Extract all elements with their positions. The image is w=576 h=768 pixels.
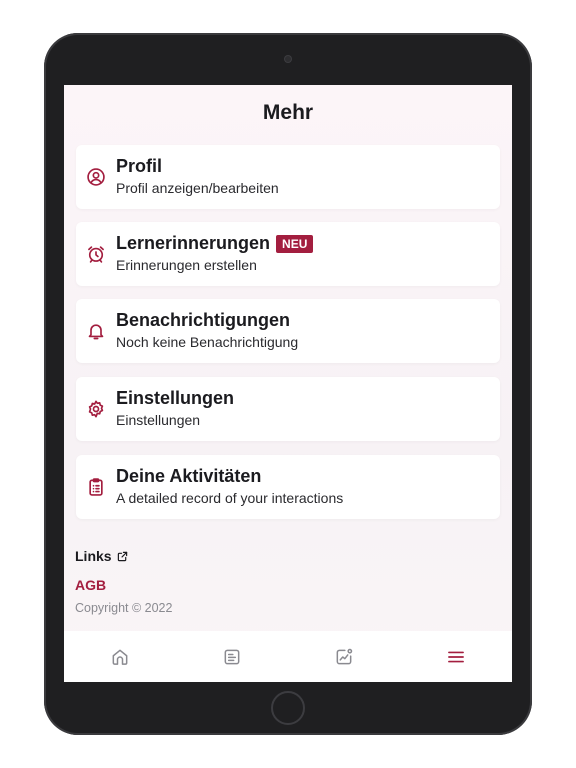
hamburger-menu-icon	[448, 651, 464, 662]
menu-item-title: Profil	[116, 156, 163, 176]
menu-item-aktivitaeten[interactable]: Deine Aktivitäten A detailed record of y…	[76, 455, 500, 519]
menu-title-row: Deine Aktivitäten	[116, 466, 261, 487]
tab-more[interactable]	[400, 631, 512, 682]
page-title: Mehr	[262, 101, 314, 124]
menu-item-einstellungen[interactable]: Einstellungen Einstellungen	[76, 377, 500, 441]
menu-item-subtitle: Erinnerungen erstellen	[116, 257, 257, 273]
clipboard-list-icon	[86, 477, 106, 497]
menu-item-lernerinnerungen[interactable]: Lernerinnerungen NEU Erinnerungen erstel…	[76, 222, 500, 286]
external-link-icon	[117, 551, 128, 562]
links-label: Links	[75, 548, 112, 564]
menu-item-title: Lernerinnerungen	[116, 233, 271, 253]
menu-title-row: Profil	[116, 156, 162, 177]
tab-progress[interactable]	[288, 631, 400, 682]
gear-icon	[86, 399, 106, 419]
menu-item-subtitle: Noch keine Benachrichtigung	[116, 334, 299, 350]
links-link[interactable]: Links	[75, 548, 128, 564]
home-button[interactable]	[271, 691, 305, 725]
agb-link[interactable]: AGB	[75, 577, 106, 593]
app-screen: Mehr Profil Profil anzeigen/bearbeiten L…	[64, 85, 512, 682]
home-icon	[112, 649, 128, 665]
menu-item-title: Deine Aktivitäten	[116, 466, 262, 486]
tab-home[interactable]	[64, 631, 176, 682]
tab-documents[interactable]	[176, 631, 288, 682]
menu-title-row: Lernerinnerungen NEU	[116, 233, 314, 254]
document-icon	[224, 649, 240, 664]
chart-line-icon	[336, 648, 353, 664]
menu-item-benachrichtigungen[interactable]: Benachrichtigungen Noch keine Benachrich…	[76, 299, 500, 363]
copyright-text: Copyright © 2022	[75, 601, 173, 615]
menu-item-subtitle: Einstellungen	[116, 412, 201, 428]
user-circle-icon	[86, 167, 106, 187]
menu-item-subtitle: Profil anzeigen/bearbeiten	[116, 180, 279, 196]
menu-item-profil[interactable]: Profil Profil anzeigen/bearbeiten	[76, 145, 500, 209]
menu-title-row: Einstellungen	[116, 388, 234, 409]
bottom-tab-bar	[64, 631, 512, 682]
front-camera	[285, 56, 291, 62]
new-badge: NEU	[276, 234, 314, 253]
bell-icon	[86, 321, 106, 341]
alarm-clock-icon	[86, 244, 106, 264]
menu-title-row: Benachrichtigungen	[116, 310, 290, 331]
menu-item-title: Einstellungen	[116, 388, 235, 408]
menu-item-subtitle: A detailed record of your interactions	[116, 490, 344, 506]
menu-item-title: Benachrichtigungen	[116, 310, 291, 330]
